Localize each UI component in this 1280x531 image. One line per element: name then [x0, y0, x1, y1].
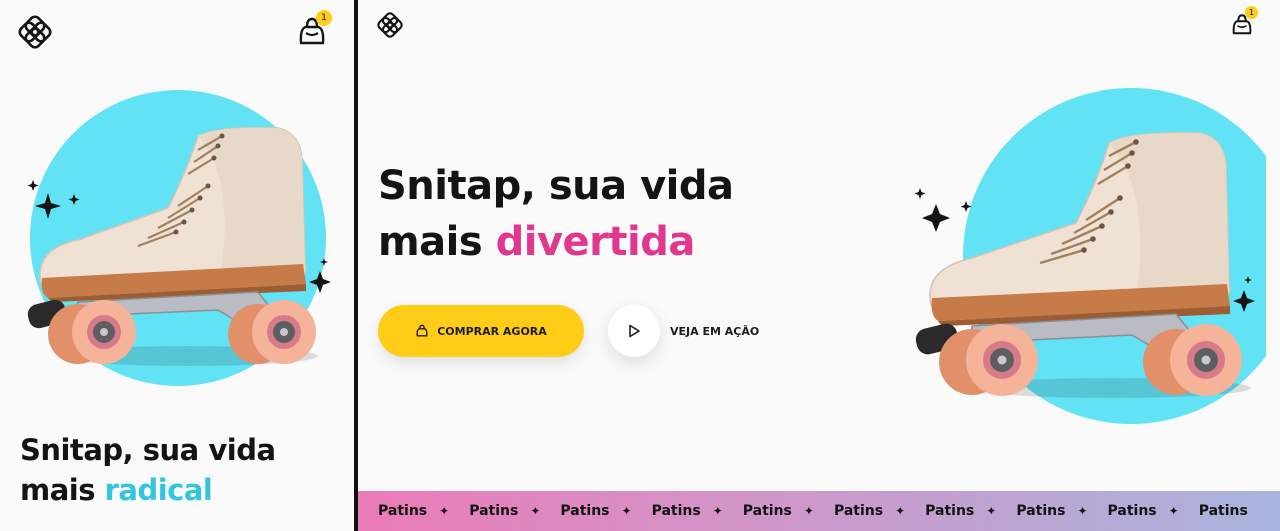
marquee-item: Patins ✦ — [814, 503, 905, 519]
hero-title-line1: Snitap, sua vida — [20, 433, 276, 467]
marquee-word: Patins — [1198, 503, 1248, 519]
hero-title-line2: mais divertida — [378, 214, 818, 270]
cart-count-badge: 1 — [316, 10, 332, 26]
marquee-item: Patins ✦ — [723, 503, 814, 519]
buy-now-label: COMPRAR AGORA — [437, 324, 547, 338]
hero-title-prefix: mais — [378, 219, 496, 265]
marquee-word: Patins — [1016, 503, 1066, 519]
watch-in-action-button[interactable]: VEJA EM AÇÃO — [608, 305, 759, 357]
marquee-word: Patins — [469, 503, 519, 519]
sparkle-icon: ✦ — [895, 504, 906, 518]
play-icon — [629, 324, 640, 338]
sparkle-icon: ✦ — [439, 504, 450, 518]
marquee-word: Patins — [378, 503, 428, 519]
marquee-item: Patins ✦ — [358, 503, 449, 519]
sparkle-icon: ✦ — [986, 504, 997, 518]
sparkle-icon: ✦ — [803, 504, 814, 518]
sparkle-icon: ✦ — [1168, 504, 1179, 518]
hero-product-image — [906, 88, 1280, 432]
hero-title-line1: Snitap, sua vida — [378, 163, 734, 209]
buy-now-button[interactable]: COMPRAR AGORA — [378, 305, 584, 357]
marquee-item: Patins ✦ — [540, 503, 631, 519]
shopping-bag-icon — [416, 324, 428, 337]
marquee-word: Patins — [742, 503, 792, 519]
marquee-word: Patins — [925, 503, 975, 519]
hero-product-image — [18, 88, 338, 402]
hero-title-highlight: radical — [104, 473, 213, 507]
sparkle-icon: ✦ — [1077, 504, 1088, 518]
snitap-logo-icon[interactable] — [377, 12, 403, 38]
marquee-item: Patins ✦ — [449, 503, 540, 519]
sparkle-icon: ✦ — [712, 504, 723, 518]
sparkle-icon: ✦ — [530, 504, 541, 518]
watch-in-action-label: VEJA EM AÇÃO — [670, 324, 760, 338]
sparkle-icon: ✦ — [621, 504, 632, 518]
marquee-item: Patins ✦ — [1088, 503, 1179, 519]
cart-button[interactable]: 1 — [1228, 6, 1268, 40]
desktop-preview: 1 Snitap, sua vida mais divertida COMPRA… — [358, 0, 1280, 531]
play-button-circle[interactable] — [608, 305, 660, 357]
snitap-logo-icon[interactable] — [18, 15, 52, 49]
marquee-word: Patins — [651, 503, 701, 519]
marquee-word: Patins — [1107, 503, 1157, 519]
marquee-item: Patins — [1179, 503, 1260, 519]
cart-count-badge: 1 — [1245, 6, 1258, 19]
patins-marquee-banner: Patins ✦ Patins ✦ Patins ✦ Patins ✦ Patins ✦ … — [358, 491, 1280, 531]
marquee-item: Patins ✦ — [996, 503, 1087, 519]
marquee-item: Patins ✦ — [905, 503, 996, 519]
hero-title: Snitap, sua vida mais radical — [20, 430, 350, 510]
cart-button[interactable]: 1 — [294, 10, 338, 50]
hero-title: Snitap, sua vida mais divertida — [378, 158, 818, 270]
marquee-word: Patins — [833, 503, 884, 519]
hero-title-prefix: mais — [20, 473, 105, 507]
hero-title-highlight: divertida — [495, 219, 696, 265]
marquee-word: Patins — [560, 503, 610, 519]
marquee-item: Patins ✦ — [632, 503, 723, 519]
mobile-preview: 1 Snitap, sua vida mais radical — [0, 0, 354, 531]
hero-title-line2: mais radical — [20, 470, 350, 510]
